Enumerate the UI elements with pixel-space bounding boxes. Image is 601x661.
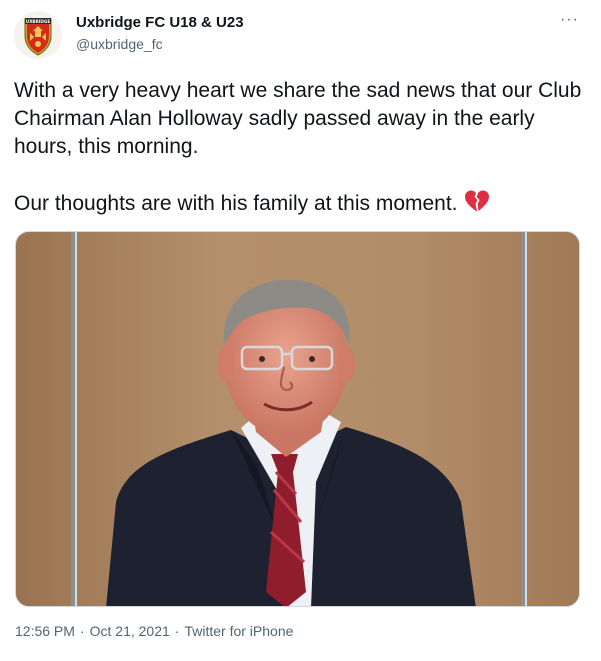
tweet-date[interactable]: Oct 21, 2021 <box>90 623 170 639</box>
more-options-button[interactable]: ··· <box>560 12 579 28</box>
tweet-paragraph-2-text: Our thoughts are with his family at this… <box>14 192 458 215</box>
account-names: Uxbridge FC U18 & U23 @uxbridge_fc <box>76 13 244 54</box>
avatar[interactable]: UXBRIDGE <box>14 11 62 59</box>
crest-text: UXBRIDGE <box>26 19 51 24</box>
tweet-paragraph-2: Our thoughts are with his family at this… <box>14 189 584 221</box>
tweet-text: With a very heavy heart we share the sad… <box>14 77 584 221</box>
display-name[interactable]: Uxbridge FC U18 & U23 <box>76 13 244 33</box>
tweet-paragraph-1: With a very heavy heart we share the sad… <box>14 79 582 158</box>
portrait-photo <box>16 232 579 606</box>
broken-heart-icon <box>464 189 490 221</box>
handle[interactable]: @uxbridge_fc <box>76 34 244 54</box>
tweet-source[interactable]: Twitter for iPhone <box>184 623 293 639</box>
tweet-photo[interactable] <box>15 231 580 607</box>
meta-separator: · <box>79 623 85 639</box>
club-crest-icon: UXBRIDGE <box>14 11 62 59</box>
tweet-meta: 12:56 PM · Oct 21, 2021 · Twitter for iPhone <box>15 623 293 639</box>
tweet-card: UXBRIDGE Uxbridge FC U18 & U23 @uxbridge… <box>0 0 601 661</box>
tweet-time[interactable]: 12:56 PM <box>15 623 75 639</box>
meta-separator: · <box>174 623 180 639</box>
